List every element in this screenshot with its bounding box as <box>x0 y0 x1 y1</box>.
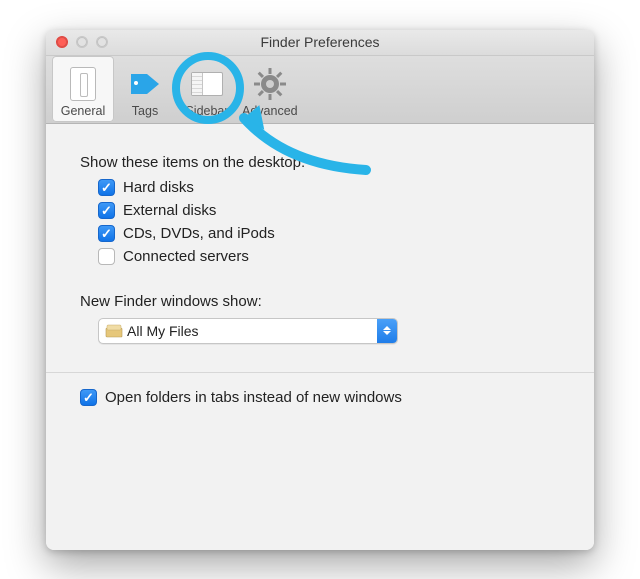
checkbox-label: Connected servers <box>123 248 249 265</box>
checkbox-connected-servers[interactable]: Connected servers <box>98 248 560 265</box>
gear-icon <box>253 67 287 101</box>
checkbox-open-in-tabs[interactable]: Open folders in tabs instead of new wind… <box>80 389 560 406</box>
divider <box>46 372 594 373</box>
tag-icon <box>127 71 163 97</box>
tab-label: Sidebar <box>185 104 228 118</box>
titlebar: Finder Preferences <box>46 30 594 56</box>
dropdown-value: All My Files <box>127 323 377 339</box>
window-controls <box>56 36 108 48</box>
all-my-files-icon <box>105 324 123 338</box>
toolbar: General Tags Sidebar Advanced <box>46 56 594 124</box>
general-icon <box>70 67 96 101</box>
window-title: Finder Preferences <box>260 34 379 50</box>
checkbox-icon <box>80 389 97 406</box>
tab-tags[interactable]: Tags <box>114 56 176 122</box>
tab-label: Advanced <box>242 104 298 118</box>
sidebar-icon <box>191 72 223 96</box>
tab-label: General <box>61 104 105 118</box>
desktop-items-list: Hard disks External disks CDs, DVDs, and… <box>98 179 560 265</box>
desktop-items-label: Show these items on the desktop: <box>80 154 560 171</box>
checkbox-label: Hard disks <box>123 179 194 196</box>
tab-label: Tags <box>132 104 158 118</box>
checkbox-external-disks[interactable]: External disks <box>98 202 560 219</box>
checkbox-icon <box>98 225 115 242</box>
checkbox-label: Open folders in tabs instead of new wind… <box>105 389 402 406</box>
chevron-updown-icon <box>377 319 397 343</box>
checkbox-label: CDs, DVDs, and iPods <box>123 225 275 242</box>
new-windows-dropdown[interactable]: All My Files <box>98 318 398 344</box>
close-icon[interactable] <box>56 36 68 48</box>
tab-general[interactable]: General <box>52 56 114 122</box>
general-pane: Show these items on the desktop: Hard di… <box>46 124 594 550</box>
checkbox-label: External disks <box>123 202 216 219</box>
tab-sidebar[interactable]: Sidebar <box>176 56 238 122</box>
checkbox-icon <box>98 202 115 219</box>
zoom-icon[interactable] <box>96 36 108 48</box>
checkbox-hard-disks[interactable]: Hard disks <box>98 179 560 196</box>
checkbox-icon <box>98 248 115 265</box>
minimize-icon[interactable] <box>76 36 88 48</box>
preferences-window: Finder Preferences General Tags Sidebar <box>46 30 594 550</box>
new-windows-label: New Finder windows show: <box>80 293 560 310</box>
checkbox-icon <box>98 179 115 196</box>
tab-advanced[interactable]: Advanced <box>238 56 302 122</box>
checkbox-cds-dvds-ipods[interactable]: CDs, DVDs, and iPods <box>98 225 560 242</box>
